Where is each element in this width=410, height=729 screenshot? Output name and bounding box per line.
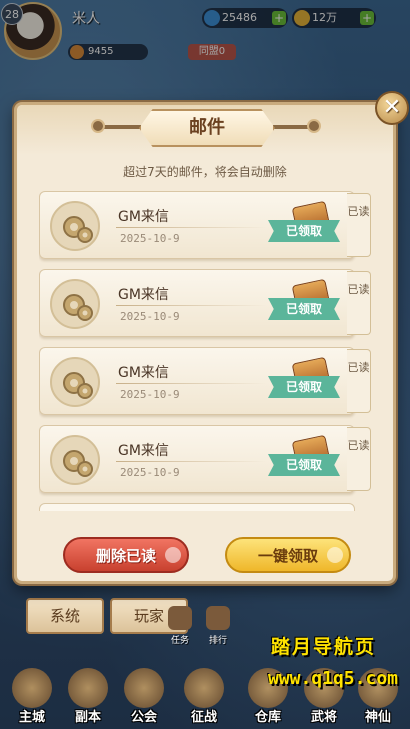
nav-rank-label: 排行 (208, 636, 227, 646)
rank-icon (206, 606, 230, 630)
mail-date: 2025-10-9 (120, 388, 180, 401)
claimed-status: 已领取 (268, 200, 342, 248)
mail-item[interactable]: GM来信 2025-10-9 已领取 (39, 347, 355, 415)
mail-divider (116, 305, 266, 306)
nav-immortals-label: 神仙 (364, 710, 391, 725)
claim-all-label: 一键领取 (257, 547, 318, 565)
gear-icon (63, 294, 93, 321)
claimed-tag: 已领取 (268, 220, 340, 242)
castle-icon (12, 668, 52, 708)
read-tab: 已读 (347, 193, 371, 257)
paw-icon (327, 547, 343, 563)
claimed-tag: 已领取 (268, 298, 340, 320)
nav-generals-label: 武将 (310, 710, 337, 725)
mail-avatar (50, 201, 100, 251)
rod-knob-left (91, 119, 105, 133)
mail-item-partial[interactable] (39, 503, 355, 511)
mail-item[interactable]: GM来信 2025-10-9 已领取 (39, 191, 355, 259)
mail-dialog: 邮件 ✕ 超过7天的邮件，将会自动删除 GM来信 2025-10-9 已领取 已… (14, 91, 409, 584)
battle-icon (184, 668, 224, 708)
mail-title: GM来信 (118, 287, 169, 303)
nav-battle[interactable]: 征战 (176, 664, 232, 729)
mail-divider (116, 383, 266, 384)
tab-system[interactable]: 系统 (26, 598, 104, 634)
paw-icon (165, 547, 181, 563)
nav-guild-label: 公会 (130, 710, 157, 725)
claimed-tag: 已领取 (268, 376, 340, 398)
watermark-url: www.q1q5.com (267, 668, 398, 689)
rod-knob-right (307, 119, 321, 133)
claimed-status: 已领取 (268, 356, 342, 404)
nav-task-label: 任务 (170, 636, 189, 646)
task-icon (168, 606, 192, 630)
nav-guild[interactable]: 公会 (116, 664, 172, 729)
gear-icon (63, 372, 93, 399)
mail-avatar (50, 435, 100, 485)
mail-divider (116, 227, 266, 228)
mail-title: GM来信 (118, 209, 169, 225)
claim-all-button[interactable]: 一键领取 (225, 537, 351, 573)
mail-item[interactable]: GM来信 2025-10-9 已领取 (39, 425, 355, 493)
nav-dungeon[interactable]: 副本 (60, 664, 116, 729)
mail-divider (116, 461, 266, 462)
mail-item[interactable]: GM来信 2025-10-9 已领取 (39, 269, 355, 337)
read-tab: 已读 (347, 427, 371, 491)
claimed-tag: 已领取 (268, 454, 340, 476)
mail-title: GM来信 (118, 365, 169, 381)
guild-icon (124, 668, 164, 708)
mail-list[interactable]: GM来信 2025-10-9 已领取 已读 GM来信 2025-10-9 已领取… (39, 191, 373, 511)
mail-title: GM来信 (118, 443, 169, 459)
mail-date: 2025-10-9 (120, 310, 180, 323)
nav-rank[interactable]: 排行 (200, 606, 236, 646)
nav-task[interactable]: 任务 (162, 606, 198, 646)
nav-battle-label: 征战 (190, 710, 217, 725)
nav-dungeon-label: 副本 (74, 710, 101, 725)
mail-date: 2025-10-9 (120, 232, 180, 245)
nav-warehouse-label: 仓库 (254, 710, 281, 725)
read-tab: 已读 (347, 271, 371, 335)
read-tab: 已读 (347, 349, 371, 413)
watermark-title: 踏月导航页 (270, 636, 376, 658)
nav-main-city-label: 主城 (18, 710, 45, 725)
mail-date: 2025-10-9 (120, 466, 180, 479)
claimed-status: 已领取 (268, 278, 342, 326)
delete-read-label: 删除已读 (95, 547, 156, 565)
auto-delete-notice: 超过7天的邮件，将会自动删除 (123, 165, 287, 179)
mail-avatar (50, 279, 100, 329)
nav-main-city[interactable]: 主城 (4, 664, 60, 729)
gear-icon (63, 216, 93, 243)
gear-icon (63, 450, 93, 477)
close-button[interactable]: ✕ (375, 91, 409, 125)
mail-avatar (50, 357, 100, 407)
dungeon-icon (68, 668, 108, 708)
dialog-title: 邮件 (189, 117, 225, 138)
delete-read-button[interactable]: 删除已读 (63, 537, 189, 573)
claimed-status: 已领取 (268, 434, 342, 482)
